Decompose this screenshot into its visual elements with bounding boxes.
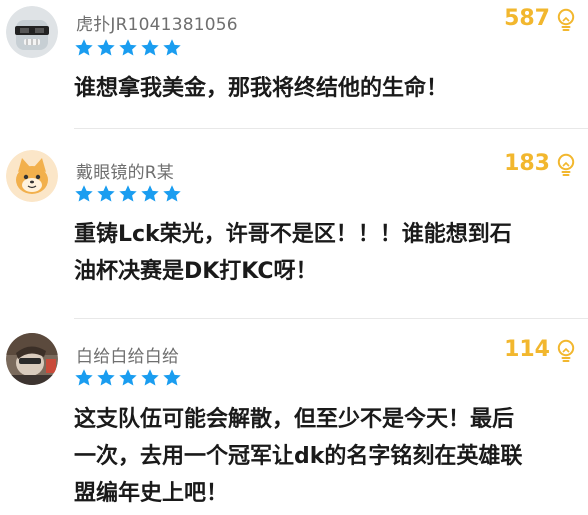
star-icon	[141, 39, 159, 56]
star-icon	[119, 185, 137, 202]
avatar[interactable]	[6, 6, 58, 58]
star-icon	[141, 369, 159, 386]
star-icon	[75, 39, 93, 56]
username[interactable]: 白给白给白给	[76, 342, 179, 367]
divider	[74, 128, 588, 129]
star-icon	[163, 185, 181, 202]
comment-text: 重铸Lck荣光，许哥不是区！！！谁能想到石 油杯决赛是DK打KC呀！	[74, 216, 574, 290]
star-icon	[163, 39, 181, 56]
star-icon	[163, 369, 181, 386]
comment-line: 这支队伍可能会解散，但至少不是今天！最后	[74, 407, 515, 432]
star-icon	[97, 185, 115, 202]
star-icon	[75, 185, 93, 202]
comment-item: 戴眼镜的R某 183 重铸Lck荣光，许哥不是区！！！谁能想到石 油杯决赛是DK…	[0, 145, 588, 325]
star-icon	[119, 369, 137, 386]
lightbulb-icon[interactable]	[556, 339, 576, 363]
star-icon	[119, 39, 137, 56]
username[interactable]: 虎扑JR1041381056	[76, 10, 238, 35]
divider	[74, 318, 588, 319]
avatar[interactable]	[6, 333, 58, 385]
like-count: 183	[504, 151, 550, 176]
rating-stars	[74, 38, 182, 58]
comment-line: 重铸Lck荣光，许哥不是区！！！谁能想到石	[74, 222, 512, 247]
star-icon	[141, 185, 159, 202]
rating-stars	[74, 368, 182, 388]
lightbulb-icon[interactable]	[556, 8, 576, 32]
comment-line: 油杯决赛是DK打KC呀！	[74, 259, 318, 284]
star-icon	[97, 39, 115, 56]
comment-item: 白给白给白给 114 这支队伍可能会解散，但至少不是今天！最后 一次，去用一个冠…	[0, 325, 588, 515]
comment-line: 盟编年史上吧！	[74, 481, 229, 506]
rating-stars	[74, 184, 182, 204]
username[interactable]: 戴眼镜的R某	[76, 158, 174, 183]
lightbulb-icon[interactable]	[556, 153, 576, 177]
star-icon	[97, 369, 115, 386]
comment-line: 谁想拿我美金，那我将终结他的生命！	[74, 76, 449, 101]
comment-item: 虎扑JR1041381056 587 谁想拿我美金，那我将终结他的生命！	[0, 0, 588, 130]
star-icon	[75, 369, 93, 386]
like-count: 587	[504, 6, 550, 31]
comment-line: 一次，去用一个冠军让dk的名字铭刻在英雄联	[74, 444, 523, 469]
avatar[interactable]	[6, 150, 58, 202]
like-count: 114	[504, 337, 550, 362]
comment-text: 这支队伍可能会解散，但至少不是今天！最后 一次，去用一个冠军让dk的名字铭刻在英…	[74, 401, 574, 512]
comment-text: 谁想拿我美金，那我将终结他的生命！	[74, 70, 574, 107]
